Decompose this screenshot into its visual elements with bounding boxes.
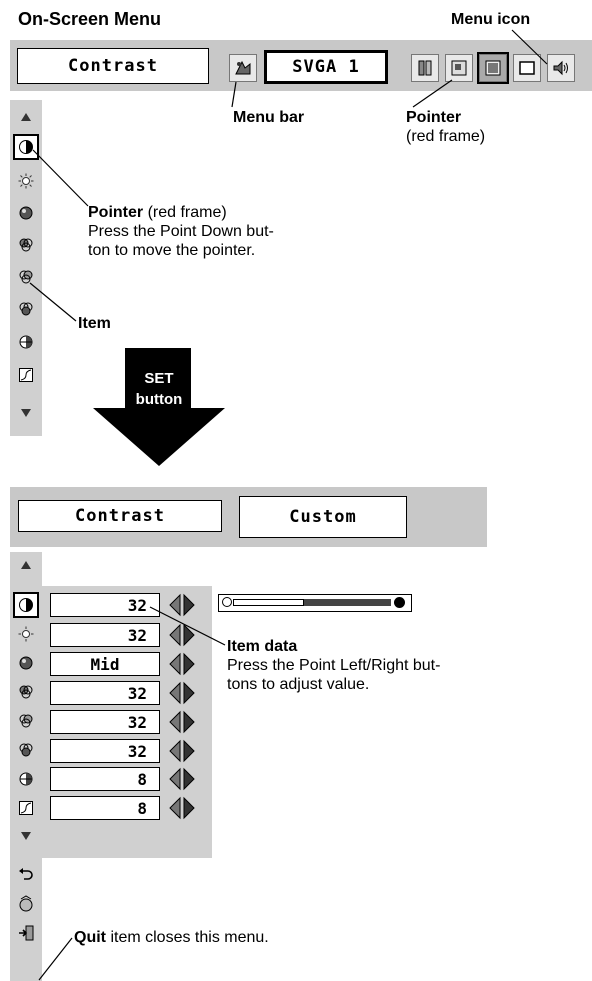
item-data-label: Item data Press the Point Left/Right but… bbox=[227, 638, 441, 693]
pointer-top-label: Pointer (red frame) bbox=[406, 109, 486, 145]
menu-icon-label: Menu icon bbox=[451, 11, 531, 28]
menu-bar-label: Menu bar bbox=[233, 109, 305, 126]
quit-label: Quit item closes this menu. bbox=[74, 929, 269, 946]
callout-lines bbox=[29, 29, 548, 981]
pointer-side-label: Pointer (red frame) Press the Point Down… bbox=[88, 204, 274, 259]
item-label: Item bbox=[78, 315, 111, 332]
